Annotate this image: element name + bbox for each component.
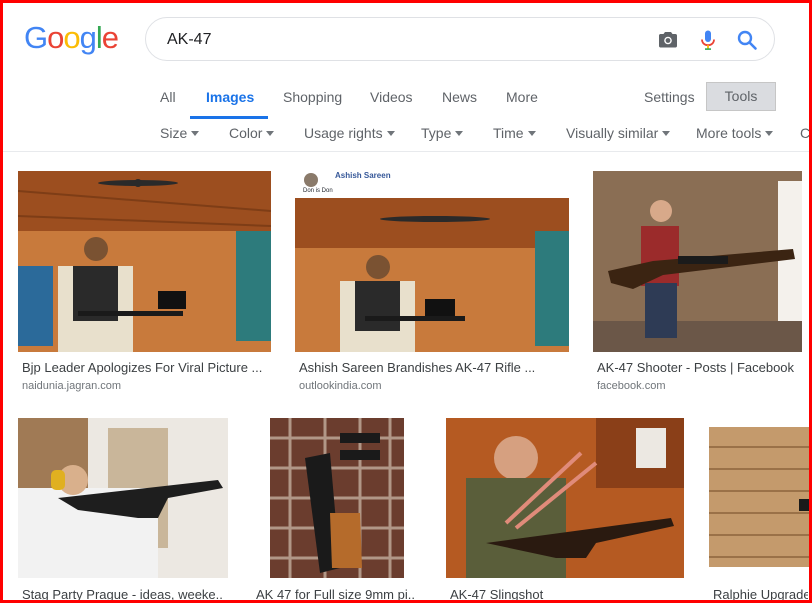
- result-caption[interactable]: AK 47 for Full size 9mm pi...: [256, 587, 416, 602]
- filter-label: Size: [160, 125, 188, 141]
- logo-letter: G: [24, 20, 48, 55]
- post-text: Don is Don: [303, 188, 333, 194]
- caret-down-icon: [765, 130, 774, 136]
- result-image[interactable]: [446, 418, 684, 578]
- result-caption[interactable]: Ashish Sareen Brandishes AK-47 Rifle ...: [299, 360, 539, 375]
- photo-facebook-post: [295, 171, 569, 352]
- post-author: Ashish Sareen: [335, 171, 391, 180]
- caret-down-icon: [455, 130, 464, 136]
- search-box[interactable]: [145, 17, 775, 61]
- result-image[interactable]: Ashish Sareen Don is Don: [295, 171, 569, 352]
- result-image[interactable]: [18, 171, 271, 352]
- filter-label: Color: [229, 125, 263, 141]
- result-source[interactable]: naidunia.jagran.com: [22, 380, 121, 392]
- caret-down-icon: [662, 130, 671, 136]
- tab-videos[interactable]: Videos: [370, 89, 413, 105]
- filter-type[interactable]: Type: [421, 125, 464, 141]
- filter-label: Time: [493, 125, 524, 141]
- settings-link[interactable]: Settings: [644, 89, 695, 105]
- result-image[interactable]: [270, 418, 404, 578]
- active-tab-indicator: [190, 116, 268, 119]
- result-image[interactable]: [593, 171, 802, 352]
- photo-man-with-slingshot: [446, 418, 684, 578]
- result-source[interactable]: outlookindia.com: [299, 380, 382, 392]
- logo-letter: o: [47, 20, 64, 55]
- camera-icon[interactable]: [656, 28, 680, 52]
- filter-clear[interactable]: C: [800, 125, 810, 141]
- mic-icon[interactable]: [696, 28, 720, 52]
- filter-size[interactable]: Size: [160, 125, 200, 141]
- result-caption[interactable]: Bjp Leader Apologizes For Viral Picture …: [22, 360, 262, 375]
- tab-more[interactable]: More: [506, 89, 538, 105]
- result-caption[interactable]: AK-47 Slingshot: [450, 587, 650, 602]
- filter-usage-rights[interactable]: Usage rights: [304, 125, 395, 141]
- filter-label: Type: [421, 125, 452, 141]
- photo-man-with-rifle: [18, 171, 271, 352]
- result-caption[interactable]: Ralphie Upgrade...: [713, 587, 808, 602]
- result-image[interactable]: [709, 427, 812, 567]
- logo-letter: o: [63, 20, 80, 55]
- result-image[interactable]: [18, 418, 228, 578]
- photo-shooter-with-earmuffs: [18, 418, 228, 578]
- filter-color[interactable]: Color: [229, 125, 275, 141]
- tab-shopping[interactable]: Shopping: [283, 89, 342, 105]
- filter-more-tools[interactable]: More tools: [696, 125, 774, 141]
- tab-all[interactable]: All: [160, 89, 176, 105]
- tab-news[interactable]: News: [442, 89, 477, 105]
- result-caption[interactable]: Stag Party Prague - ideas, weeke...: [22, 587, 222, 602]
- filter-time[interactable]: Time: [493, 125, 536, 141]
- tab-images[interactable]: Images: [206, 89, 254, 105]
- filter-label: Visually similar: [566, 125, 659, 141]
- filter-label: More tools: [696, 125, 762, 141]
- result-source[interactable]: facebook.com: [597, 380, 665, 392]
- google-logo[interactable]: Google: [24, 20, 119, 56]
- filter-label: Usage rights: [304, 125, 383, 141]
- photo-wood-panel: [709, 427, 812, 567]
- tools-button[interactable]: Tools: [706, 82, 776, 111]
- header-divider: [0, 151, 812, 152]
- caret-down-icon: [191, 130, 200, 136]
- result-caption[interactable]: AK-47 Shooter - Posts | Facebook: [597, 360, 802, 375]
- caret-down-icon: [266, 130, 275, 136]
- search-input[interactable]: [165, 28, 629, 52]
- search-icon[interactable]: [735, 28, 759, 52]
- filter-visually-similar[interactable]: Visually similar: [566, 125, 671, 141]
- logo-letter: e: [101, 20, 119, 55]
- logo-letter: g: [79, 20, 97, 55]
- photo-rifle-on-blanket: [270, 418, 404, 578]
- caret-down-icon: [527, 130, 536, 136]
- photo-man-holding-ak: [593, 171, 802, 352]
- caret-down-icon: [386, 130, 395, 136]
